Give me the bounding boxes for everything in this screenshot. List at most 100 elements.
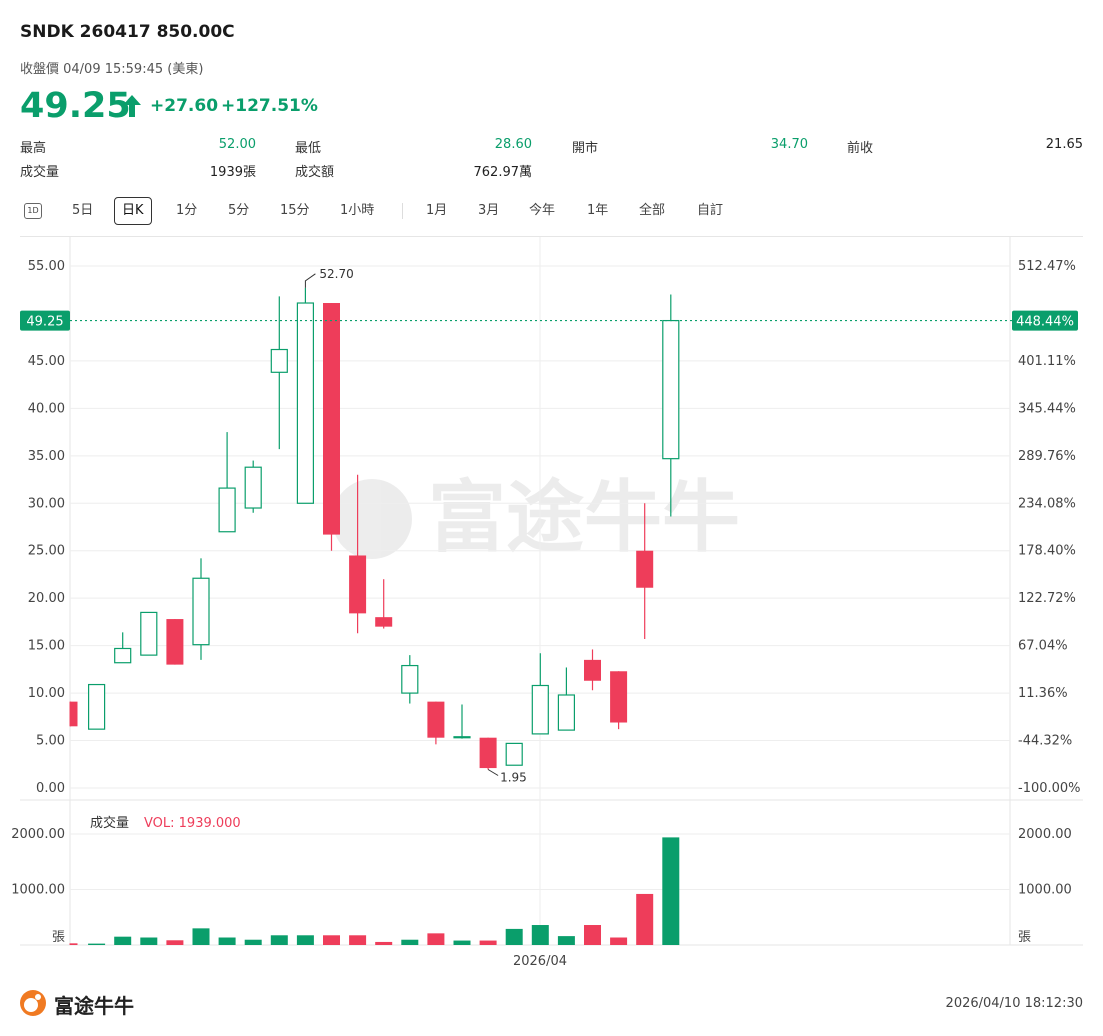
candle-body-down xyxy=(349,555,367,614)
price-tick-label: 0.00 xyxy=(36,781,65,796)
price-tick-label: 25.00 xyxy=(28,544,65,559)
candle-body-down xyxy=(610,671,628,723)
candle-body-up xyxy=(453,736,471,739)
candle-body-up xyxy=(87,683,106,730)
tab-5min[interactable]: 5分 xyxy=(224,197,253,225)
candle xyxy=(479,737,497,770)
candle-body-up xyxy=(662,319,680,460)
price-tick-label: 55.00 xyxy=(28,259,65,274)
toolbar-divider xyxy=(402,203,403,219)
candle xyxy=(375,579,393,629)
tab-15min[interactable]: 15分 xyxy=(276,197,314,225)
candle xyxy=(166,619,184,665)
volume-value: 1939張 xyxy=(209,165,256,180)
volume-bar xyxy=(584,925,601,945)
tab-1year[interactable]: 1年 xyxy=(583,197,612,225)
open-label: 開市 xyxy=(572,141,599,156)
candle-body-down xyxy=(427,701,445,738)
tab-custom[interactable]: 自訂 xyxy=(693,197,727,225)
volume-bar xyxy=(166,940,184,945)
high-label: 最高 xyxy=(20,141,47,156)
candle xyxy=(453,704,471,739)
candle xyxy=(270,296,288,450)
candle xyxy=(114,632,132,664)
candle xyxy=(557,667,576,731)
volume-bar xyxy=(349,935,367,945)
last-price: 49.25 xyxy=(20,86,131,126)
price-status: 收盤價 04/09 15:59:45 (美東) xyxy=(20,62,204,77)
pct-tick-label: 234.08% xyxy=(1018,496,1076,511)
volume-bar xyxy=(218,937,236,945)
up-arrow-icon xyxy=(123,95,141,117)
tab-5d[interactable]: 5日 xyxy=(68,197,97,225)
tab-3month[interactable]: 3月 xyxy=(474,197,503,225)
pct-tick-label: -100.00% xyxy=(1018,781,1081,796)
tab-ytd[interactable]: 今年 xyxy=(525,197,559,225)
candle xyxy=(69,701,78,727)
high-value: 52.00 xyxy=(218,137,256,152)
volume-bar xyxy=(479,940,497,945)
candle-body-down xyxy=(479,737,497,769)
brand-name: 富途牛牛 xyxy=(54,994,134,1018)
candle xyxy=(218,432,236,533)
candle-body-down xyxy=(584,659,601,681)
period-toolbar: 1D 5日 日K 1分 5分 15分 1小時 1月 3月 今年 1年 全部 自訂 xyxy=(20,197,1083,225)
turnover-value: 762.97萬 xyxy=(473,165,533,180)
low-label: 最低 xyxy=(295,141,322,156)
candle xyxy=(505,742,523,766)
price-change: +27.60 xyxy=(150,96,219,116)
price-tick-label: 10.00 xyxy=(28,686,65,701)
volume-bar xyxy=(531,925,549,945)
tab-1hour[interactable]: 1小時 xyxy=(336,197,378,225)
snapshot-timestamp: 2026/04/10 18:12:30 xyxy=(945,996,1083,1011)
volume-tick-label: 2000.00 xyxy=(11,827,65,842)
price-tick-label: 20.00 xyxy=(28,591,65,606)
volume-bar xyxy=(453,940,471,945)
candle xyxy=(531,653,549,735)
candle xyxy=(584,649,601,691)
candle-body-up xyxy=(192,577,210,646)
prev-close-value: 21.65 xyxy=(1045,137,1083,152)
candle-body-up xyxy=(401,664,419,694)
price-tick-label: 40.00 xyxy=(28,401,65,416)
volume-bar xyxy=(88,943,106,945)
volume-bar xyxy=(375,941,393,945)
price-tick-label: 30.00 xyxy=(28,496,65,511)
pct-tick-label: 345.44% xyxy=(1018,401,1076,416)
candle-body-up xyxy=(114,647,132,664)
volume-bar xyxy=(270,935,288,945)
volume-bar xyxy=(296,935,314,945)
candlestick-chart[interactable]: 富途牛牛 55.00 512.47% 45.00 401.11% 40.00 345.44… xyxy=(0,237,1103,975)
candle-body-up xyxy=(296,302,314,504)
volume-tick-label: 1000.00 xyxy=(11,883,65,898)
volume-bar xyxy=(557,936,575,945)
low-marker-line xyxy=(487,769,499,776)
candle-body-up xyxy=(557,694,576,731)
tab-1min[interactable]: 1分 xyxy=(172,197,201,225)
pct-tick-label: 289.76% xyxy=(1018,449,1076,464)
candle xyxy=(610,671,628,730)
volume-bar xyxy=(662,837,680,945)
volume-bar xyxy=(401,939,419,945)
price-tick-label: 5.00 xyxy=(36,734,65,749)
candle-body-down xyxy=(375,617,393,627)
tab-1month[interactable]: 1月 xyxy=(422,197,451,225)
tab-daily-k[interactable]: 日K xyxy=(114,197,152,225)
candle-body-up xyxy=(244,466,262,509)
futu-logo-icon xyxy=(20,990,46,1016)
volume-unit-label-right: 張 xyxy=(1018,930,1031,945)
tab-all[interactable]: 全部 xyxy=(635,197,669,225)
option-symbol: SNDK 260417 850.00C xyxy=(20,22,235,42)
volume-bar xyxy=(610,937,628,945)
turnover-label: 成交額 xyxy=(295,165,335,180)
volume-bar xyxy=(69,943,78,945)
volume-value: VOL: 1939.000 xyxy=(144,816,241,831)
high-marker-label: 52.70 xyxy=(319,267,353,281)
candle-body-down xyxy=(69,701,78,727)
volume-label: 成交量 xyxy=(20,165,60,180)
calendar-1d-icon[interactable]: 1D xyxy=(24,203,42,219)
candle xyxy=(140,611,158,656)
pct-tick-label: 401.11% xyxy=(1018,354,1076,369)
low-value: 28.60 xyxy=(494,137,532,152)
volume-bar xyxy=(323,935,340,945)
